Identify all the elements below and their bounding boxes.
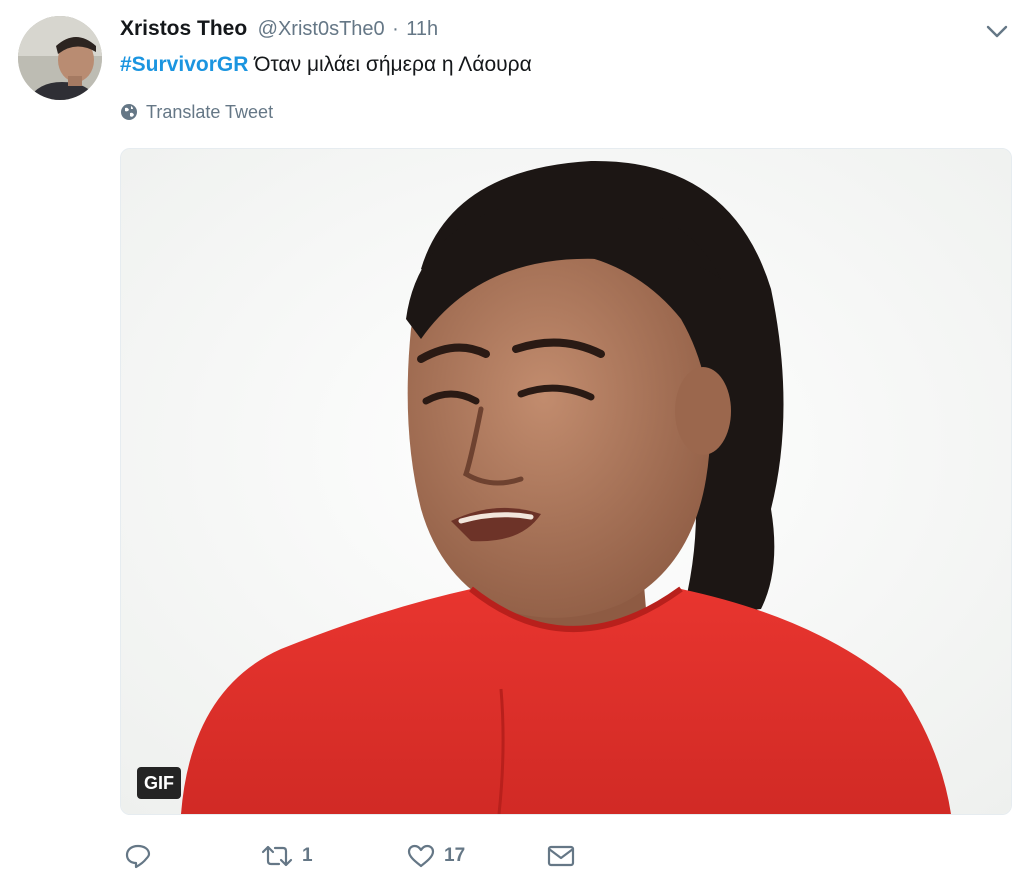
avatar[interactable] bbox=[18, 16, 102, 100]
reply-icon bbox=[125, 844, 151, 869]
translate-tweet-link[interactable]: Translate Tweet bbox=[120, 98, 273, 126]
reply-button[interactable] bbox=[124, 836, 160, 876]
tweet-header: Xristos Theo @Xrist0sThe0 · 11h bbox=[120, 14, 438, 44]
hashtag-link[interactable]: #SurvivorGR bbox=[120, 53, 248, 76]
gif-media[interactable]: GIF bbox=[120, 148, 1012, 815]
tweet-body: Όταν μιλάει σήμερα η Λάουρα bbox=[248, 53, 532, 76]
avatar-image bbox=[18, 16, 102, 100]
like-button[interactable]: 17 bbox=[406, 836, 465, 876]
retweet-count: 1 bbox=[302, 845, 313, 866]
translate-label: Translate Tweet bbox=[146, 102, 274, 122]
retweet-button[interactable]: 1 bbox=[260, 836, 313, 876]
tweet-actions: 1 17 bbox=[120, 836, 820, 876]
author-handle[interactable]: @Xrist0sThe0 bbox=[258, 18, 385, 40]
like-count: 17 bbox=[444, 845, 466, 866]
retweet-icon bbox=[261, 845, 293, 867]
chevron-down-icon[interactable] bbox=[984, 20, 1010, 42]
direct-message-button[interactable] bbox=[546, 836, 576, 876]
envelope-icon bbox=[547, 845, 575, 866]
tweet-text: #SurvivorGR Όταν μιλάει σήμερα η Λάουρα bbox=[120, 48, 532, 82]
globe-icon bbox=[121, 104, 137, 120]
separator-dot: · bbox=[392, 18, 399, 40]
gif-badge: GIF bbox=[137, 767, 181, 799]
heart-icon bbox=[407, 844, 435, 868]
author-name[interactable]: Xristos Theo bbox=[120, 17, 247, 40]
gif-image bbox=[121, 149, 1011, 814]
tweet-timestamp[interactable]: 11h bbox=[406, 18, 438, 40]
